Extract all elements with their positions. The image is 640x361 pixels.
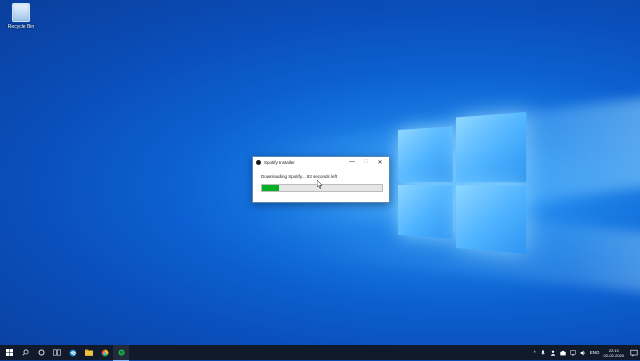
search-icon[interactable] [17, 345, 33, 360]
network-icon[interactable] [570, 349, 576, 356]
windows-start-icon[interactable] [1, 345, 17, 360]
recycle-bin-icon [12, 3, 30, 22]
volume-icon[interactable] [580, 350, 586, 356]
close-button[interactable]: ✕ [373, 157, 387, 167]
edge-icon[interactable] [65, 345, 81, 360]
download-status: Downloading Spotify... 53 seconds left [261, 174, 337, 179]
people-icon[interactable] [550, 350, 556, 356]
taskbar: ^ ENG 22:13 02-02-2020 [0, 344, 640, 361]
chevron-up-icon[interactable]: ^ [534, 350, 536, 355]
installer-titlebar[interactable]: Spotify Installer — □ ✕ [253, 157, 389, 167]
clock[interactable]: 22:13 02-02-2020 [604, 348, 624, 358]
notification-icon[interactable] [630, 349, 638, 357]
microphone-icon[interactable] [540, 349, 546, 356]
chrome-icon[interactable] [97, 345, 113, 360]
recycle-bin-shortcut[interactable]: Recycle Bin [3, 3, 39, 30]
windows-logo [398, 110, 527, 254]
spotify-icon [256, 159, 261, 165]
cortana-icon[interactable] [33, 345, 49, 360]
spotify-installer-icon[interactable] [113, 344, 129, 361]
language-indicator[interactable]: ENG [590, 350, 600, 355]
file-explorer-icon[interactable] [81, 345, 97, 360]
system-tray: ^ ENG 22:13 02-02-2020 [532, 345, 640, 360]
camera-icon[interactable] [560, 350, 566, 356]
task-view-icon[interactable] [49, 345, 65, 360]
installer-title: Spotify Installer [264, 159, 295, 165]
minimize-button[interactable]: — [345, 157, 359, 167]
maximize-button: □ [364, 159, 368, 165]
clock-date: 02-02-2020 [603, 352, 624, 358]
recycle-bin-label: Recycle Bin [7, 24, 35, 30]
progress-bar-fill [262, 185, 279, 191]
